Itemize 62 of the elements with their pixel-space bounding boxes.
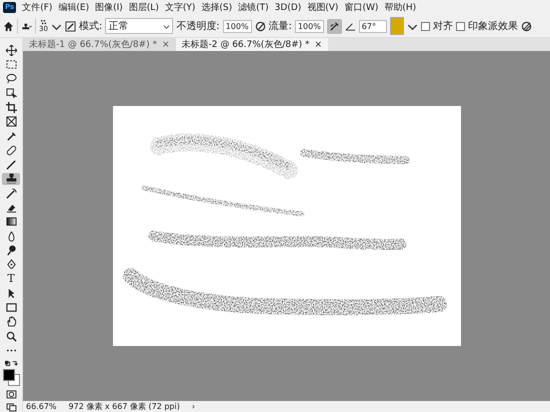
history-brush-icon — [6, 188, 16, 199]
menu-item[interactable]: 编辑(E) — [58, 1, 90, 14]
close-tab-button[interactable]: × — [162, 40, 170, 50]
swap-colors-icon[interactable] — [4, 360, 18, 368]
pressure-size-icon[interactable] — [520, 20, 532, 32]
object-select-icon — [6, 88, 16, 99]
menu-item[interactable]: 文字(Y) — [164, 1, 196, 14]
zoom-icon — [6, 330, 16, 342]
menu-item[interactable]: 滤镜(T) — [238, 1, 269, 14]
menu-item[interactable]: 图层(L) — [128, 1, 159, 14]
stamp-icon — [6, 173, 16, 184]
zoom-level[interactable]: 66.67% — [26, 402, 57, 411]
aligned-checkbox[interactable] — [420, 22, 430, 30]
rectangle-icon — [6, 302, 16, 313]
dodge-icon — [6, 244, 16, 256]
screen-mode-icon[interactable] — [6, 403, 16, 412]
quick-mask-icon[interactable] — [6, 390, 16, 399]
angle-field[interactable]: 67° — [358, 20, 387, 32]
angle-icon — [344, 20, 356, 32]
flow-field[interactable]: 100% — [294, 20, 324, 32]
menu-item[interactable]: 3D(D) — [274, 2, 302, 12]
stamp-tool[interactable] — [2, 172, 20, 186]
move-icon — [6, 44, 16, 56]
menu-item[interactable]: 视图(V) — [307, 1, 338, 14]
pressure-icon[interactable] — [254, 20, 266, 32]
pen-icon — [6, 259, 16, 270]
pattern-swatch[interactable] — [390, 17, 404, 35]
gradient-icon — [6, 216, 16, 228]
hand-icon — [6, 316, 16, 328]
menu-item[interactable]: 文件(F) — [22, 1, 52, 14]
menu-item[interactable]: 选择(S) — [201, 1, 232, 14]
document-tab[interactable]: 未标题-2 @ 66.7%(灰色/8#) * × — [176, 38, 328, 51]
impressionist-checkbox[interactable] — [456, 22, 465, 30]
aligned-label: 对齐 — [432, 20, 453, 33]
document-info: 972 像素 x 667 像素 (72 ppi) — [68, 401, 180, 412]
home-icon[interactable] — [3, 20, 14, 32]
mode-label: 模式: — [78, 20, 102, 33]
brush-icon — [6, 159, 16, 170]
blur-icon — [6, 230, 16, 242]
document-tab[interactable]: 未标题-1 @ 66.7%(灰色/8#) * × — [23, 38, 176, 51]
type-tool[interactable]: T — [2, 272, 20, 286]
close-tab-button[interactable]: × — [314, 40, 322, 50]
marquee-icon — [6, 59, 16, 70]
crop-icon — [6, 102, 16, 114]
healing-icon — [6, 144, 16, 156]
airbrush-icon[interactable] — [326, 18, 342, 34]
flow-label: 流量: — [268, 20, 292, 33]
caret-icon — [163, 22, 170, 30]
brush-tip-icon[interactable] — [40, 19, 47, 26]
menu-item[interactable]: 帮助(H) — [384, 1, 416, 14]
menu-item[interactable]: 窗口(W) — [344, 1, 378, 14]
mode-dropdown[interactable]: 正常 — [105, 18, 174, 34]
status-menu-arrow[interactable]: › — [192, 402, 196, 411]
brush-panel-icon[interactable] — [64, 20, 76, 32]
foreground-color-swatch[interactable] — [3, 368, 15, 381]
eyedropper-icon — [6, 130, 16, 142]
menu-item[interactable]: 图像(I) — [95, 1, 123, 14]
frame-icon — [6, 116, 16, 128]
opacity-field[interactable]: 100% — [222, 20, 252, 32]
lasso-icon — [6, 73, 16, 84]
impressionist-label: 印象派效果 — [468, 20, 518, 33]
opacity-label: 不透明度: — [176, 20, 220, 33]
